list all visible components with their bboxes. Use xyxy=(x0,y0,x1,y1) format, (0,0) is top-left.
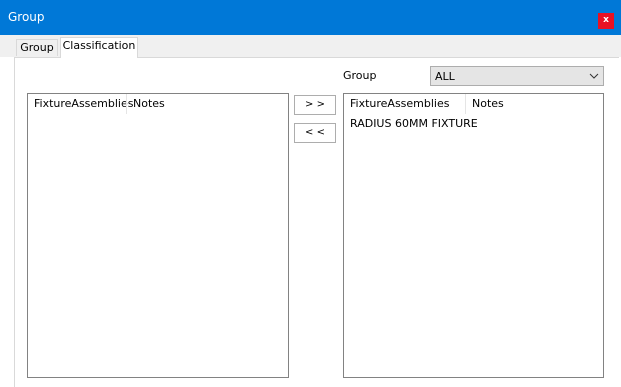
column-header-notes[interactable]: Notes xyxy=(466,94,546,114)
move-left-button[interactable]: < < xyxy=(294,123,336,143)
chevron-down-icon xyxy=(589,73,599,79)
close-icon: x xyxy=(603,15,609,25)
title-bar: Group x xyxy=(0,0,621,35)
column-header-notes[interactable]: Notes xyxy=(127,94,207,114)
column-header-fixture-assemblies[interactable]: FixtureAssemblies xyxy=(344,94,465,114)
group-filter-value: ALL xyxy=(435,70,455,83)
group-filter-label: Group xyxy=(343,69,377,82)
window-title: Group xyxy=(8,10,45,24)
move-right-button[interactable]: > > xyxy=(294,95,336,115)
tab-classification[interactable]: Classification xyxy=(60,37,138,58)
column-header-fixture-assemblies[interactable]: FixtureAssemblies xyxy=(28,94,134,114)
group-filter-select[interactable]: ALL xyxy=(430,66,604,86)
close-button[interactable]: x xyxy=(598,13,614,29)
tab-group[interactable]: Group xyxy=(16,39,58,56)
available-assemblies-list[interactable]: FixtureAssemblies Notes xyxy=(27,93,289,378)
assigned-assemblies-list[interactable]: FixtureAssemblies Notes RADIUS 60MM FIXT… xyxy=(343,93,604,378)
list-item[interactable]: RADIUS 60MM FIXTURE xyxy=(350,117,478,131)
